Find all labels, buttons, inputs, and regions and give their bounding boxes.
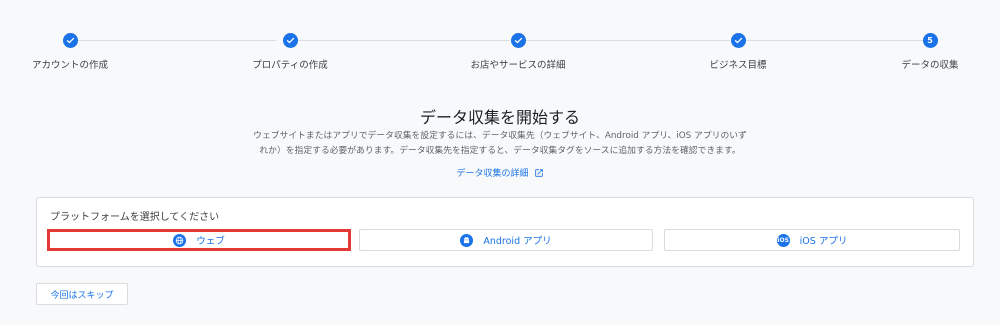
- checkmark-icon: [66, 37, 74, 44]
- ios-icon-text: iOS: [777, 236, 789, 244]
- checkmark-icon: [514, 37, 522, 44]
- platform-ios-label: iOS アプリ: [799, 236, 848, 247]
- step-business-goals: ビジネス目標: [668, 33, 808, 71]
- step-complete-indicator: [510, 33, 526, 48]
- platform-ios-button[interactable]: iOS iOS アプリ: [664, 229, 960, 251]
- platform-card: プラットフォームを選択してください ウェブ Android アプリ iOS iO…: [36, 197, 974, 267]
- platform-android-button[interactable]: Android アプリ: [359, 229, 653, 251]
- page-description: ウェブサイトまたはアプリでデータ収集を設定するには、データ収集先（ウェブサイト、…: [253, 131, 747, 156]
- platform-web-button[interactable]: ウェブ: [47, 229, 351, 251]
- step-label: お店やサービスの詳細: [470, 60, 566, 71]
- step-account: アカウントの作成: [0, 33, 140, 71]
- checkmark-icon: [734, 37, 742, 44]
- step-label: ビジネス目標: [709, 60, 767, 71]
- skip-button-label: 今回はスキップ: [50, 290, 114, 301]
- step-label: アカウントの作成: [31, 60, 108, 71]
- learn-more-link[interactable]: データ収集の詳細: [456, 166, 543, 179]
- open-in-new-icon: [534, 168, 543, 177]
- step-property: プロパティの作成: [220, 33, 360, 71]
- learn-more-label: データ収集の詳細: [456, 169, 529, 179]
- step-data-collection: 5 データの収集: [860, 33, 1000, 71]
- step-complete-indicator: [282, 33, 298, 48]
- ios-icon: iOS: [776, 233, 790, 247]
- step-business-details: お店やサービスの詳細: [448, 33, 588, 71]
- learn-more-row: データ収集の詳細: [0, 166, 1000, 179]
- platform-card-title: プラットフォームを選択してください: [50, 212, 220, 223]
- step-label: プロパティの作成: [252, 60, 328, 71]
- platform-web-label: ウェブ: [196, 236, 225, 247]
- step-complete-indicator: [62, 33, 78, 48]
- step-number-indicator: 5: [922, 33, 938, 48]
- checkmark-icon: [286, 37, 294, 44]
- setup-stepper: アカウントの作成 プロパティの作成 お店やサービスの詳細 ビジネス目標 5 デー…: [0, 0, 1000, 80]
- platform-android-label: Android アプリ: [483, 236, 552, 247]
- skip-button[interactable]: 今回はスキップ: [36, 283, 128, 305]
- step-complete-indicator: [730, 33, 746, 48]
- step-label: データの収集: [901, 60, 959, 71]
- page-title: データ収集を開始する: [419, 108, 580, 127]
- android-icon: [460, 233, 474, 247]
- globe-icon: [173, 233, 187, 247]
